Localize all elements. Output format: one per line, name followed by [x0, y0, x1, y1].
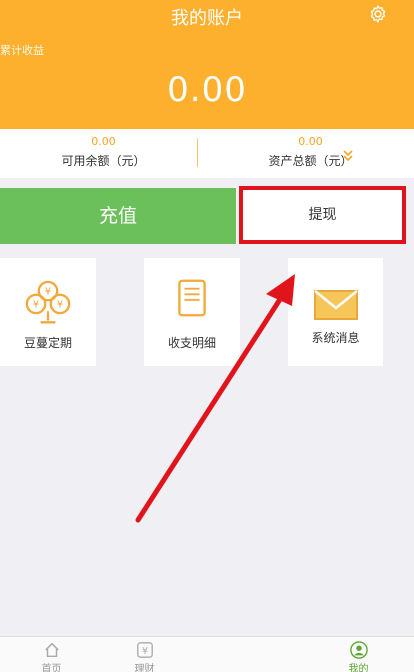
recharge-button[interactable]: 充值	[0, 188, 236, 244]
tile-system-messages[interactable]: 系统消息	[288, 258, 383, 366]
svg-text:¥: ¥	[45, 287, 52, 298]
withdraw-button[interactable]: 提现	[239, 186, 406, 244]
total-assets-label: 资产总额（元）	[268, 154, 353, 168]
tile-fixed-term-label: 豆蔓定期	[23, 336, 72, 350]
bottom-tab-bar: 首页 ¥ 理财 我的	[0, 636, 414, 672]
account-header: 我的账户 累计收益 0.00	[0, 0, 414, 129]
available-balance-label: 可用余额（元）	[61, 154, 146, 168]
available-balance: 0.00 可用余额（元）	[0, 129, 207, 169]
svg-text:¥: ¥	[33, 300, 40, 311]
tab-home-label: 首页	[41, 664, 62, 672]
stats-divider	[197, 139, 198, 167]
svg-text:¥: ¥	[57, 300, 64, 311]
user-icon	[349, 641, 368, 659]
total-assets-value: 0.00	[298, 135, 323, 148]
yen-icon: ¥	[136, 642, 153, 658]
tab-mine-label: 我的	[348, 664, 369, 672]
available-balance-value: 0.00	[91, 135, 116, 148]
tile-transaction-details[interactable]: 收支明细	[144, 258, 240, 366]
page-title: 我的账户	[171, 8, 243, 29]
tab-home[interactable]: 首页	[0, 637, 103, 672]
envelope-icon	[314, 290, 358, 320]
home-icon	[44, 642, 59, 658]
document-icon	[178, 279, 206, 317]
total-assets[interactable]: 0.00 资产总额（元）	[207, 129, 414, 169]
cumulative-value: 0.00	[167, 70, 247, 110]
chevron-down-icon[interactable]	[342, 149, 354, 163]
tab-invest[interactable]: ¥ 理财	[93, 637, 196, 672]
svg-text:¥: ¥	[141, 646, 147, 657]
tile-fixed-term[interactable]: ¥ ¥ ¥ 豆蔓定期	[0, 258, 96, 366]
tab-invest-label: 理财	[134, 664, 155, 672]
gear-icon[interactable]	[368, 4, 388, 24]
tab-mine[interactable]: 我的	[307, 637, 410, 672]
tile-system-messages-label: 系统消息	[311, 331, 360, 345]
coin-tree-icon: ¥ ¥ ¥	[25, 280, 71, 324]
cumulative-label: 累计收益	[0, 44, 44, 57]
tile-transaction-details-label: 收支明细	[167, 336, 216, 350]
